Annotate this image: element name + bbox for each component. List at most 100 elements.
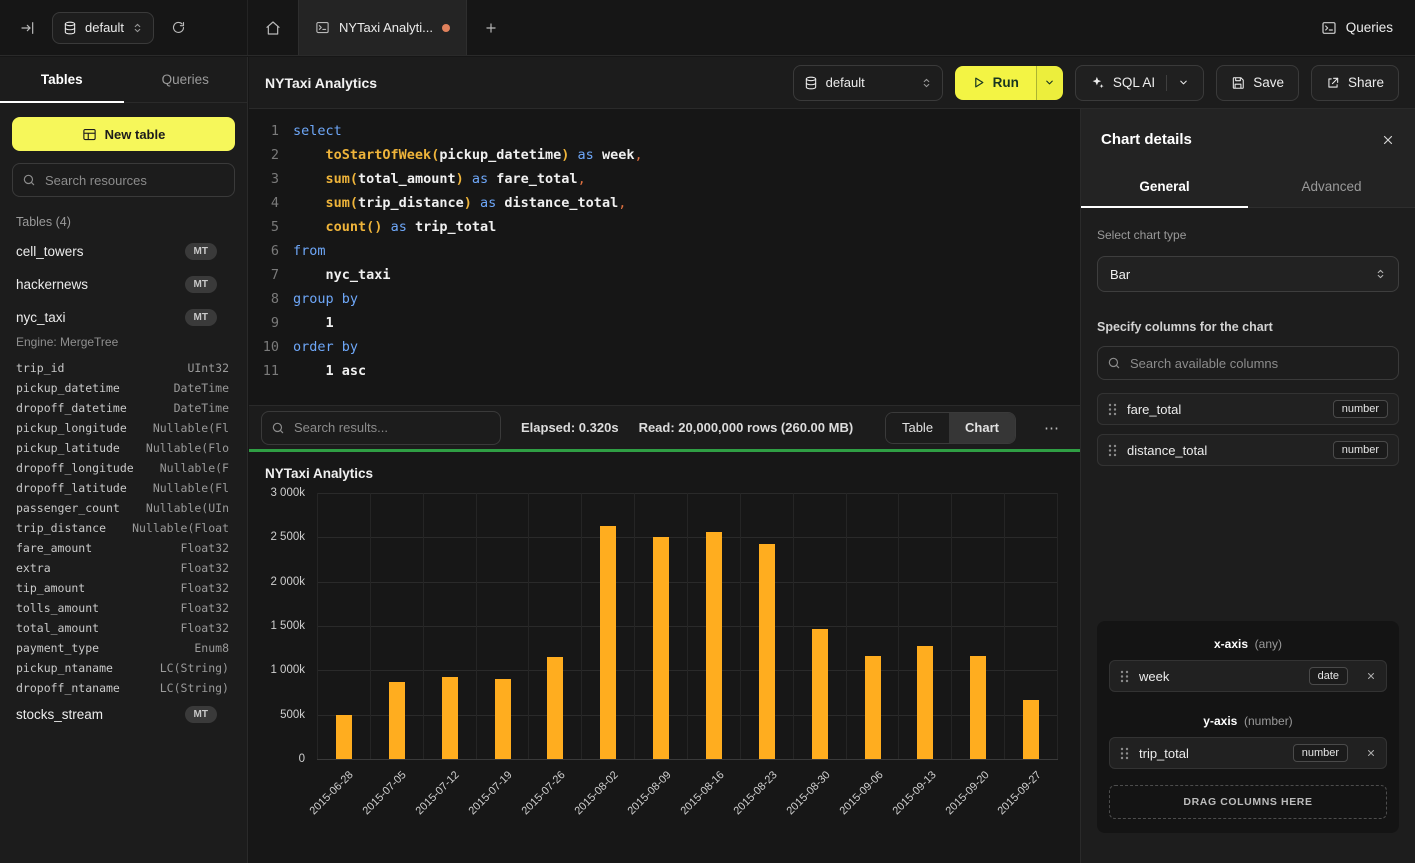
x-tick-label: 2015-08-09 [625,769,673,817]
chevron-down-icon[interactable] [1178,77,1189,88]
workspace: 1234567891011 select toStartOfWeek(picku… [249,109,1080,863]
drag-columns-dropzone[interactable]: DRAG COLUMNS HERE [1109,785,1387,819]
available-column-distance_total[interactable]: distance_totalnumber [1097,434,1399,466]
bar-2015-08-09[interactable] [653,537,669,759]
remove-column-icon[interactable] [1366,671,1376,681]
code-line[interactable]: from [293,239,1080,263]
x-tick-label: 2015-07-05 [361,769,409,817]
bar-2015-08-02[interactable] [600,526,616,759]
more-options-button[interactable]: ⋯ [1036,419,1068,437]
code-line[interactable]: group by [293,287,1080,311]
table-item-hackernews[interactable]: hackernewsMT [12,268,235,301]
column-item[interactable]: pickup_latitudeNullable(Flo [12,438,235,458]
drag-handle-icon[interactable] [1120,670,1129,683]
code-line[interactable]: count() as trip_total [293,215,1080,239]
column-item[interactable]: total_amountFloat32 [12,618,235,638]
code-line[interactable]: select [293,119,1080,143]
run-label: Run [993,75,1019,90]
sidebar-tab-tables[interactable]: Tables [0,57,124,102]
column-item[interactable]: tip_amountFloat32 [12,578,235,598]
code-line[interactable]: sum(trip_distance) as distance_total, [293,191,1080,215]
search-results-input[interactable] [261,411,501,445]
type-badge: date [1309,667,1348,685]
bar-2015-09-06[interactable] [865,656,881,759]
column-item[interactable]: trip_distanceNullable(Float [12,518,235,538]
bar-2015-07-19[interactable] [495,679,511,759]
view-toggle-chart[interactable]: Chart [949,413,1015,443]
axis-column-week[interactable]: weekdate [1109,660,1387,692]
collapse-sidebar-icon [20,20,36,36]
available-column-fare_total[interactable]: fare_totalnumber [1097,393,1399,425]
engine-badge: MT [185,706,217,723]
remove-column-icon[interactable] [1366,748,1376,758]
column-item[interactable]: dropoff_datetimeDateTime [12,398,235,418]
table-item-nyc_taxi[interactable]: nyc_taxiMT [12,301,235,334]
code-line[interactable]: sum(total_amount) as fare_total, [293,167,1080,191]
tab-nytaxi-analytics[interactable]: NYTaxi Analyti... [298,0,467,55]
new-table-button[interactable]: New table [12,117,235,151]
table-item-stocks_stream[interactable]: stocks_streamMT [12,698,235,731]
bar-2015-06-28[interactable] [336,715,352,759]
share-button[interactable]: Share [1311,65,1399,101]
sql-ai-button[interactable]: SQL AI [1075,65,1204,101]
bar-2015-08-30[interactable] [812,629,828,759]
column-item[interactable]: passenger_countNullable(UIn [12,498,235,518]
column-item[interactable]: dropoff_longitudeNullable(F [12,458,235,478]
column-item[interactable]: pickup_ntanameLC(String) [12,658,235,678]
code-line[interactable]: 1 asc [293,359,1080,383]
refresh-button[interactable] [164,14,192,42]
tab-general[interactable]: General [1081,166,1248,207]
plot-column [1004,493,1058,759]
bar-2015-08-23[interactable] [759,544,775,759]
table-item-cell_towers[interactable]: cell_towersMT [12,235,235,268]
column-item[interactable]: pickup_datetimeDateTime [12,378,235,398]
drag-handle-icon[interactable] [1120,747,1129,760]
editor-code[interactable]: select toStartOfWeek(pickup_datetime) as… [293,119,1080,405]
bar-2015-07-26[interactable] [547,657,563,759]
column-item[interactable]: dropoff_ntanameLC(String) [12,678,235,698]
database-select-query[interactable]: default [793,65,943,101]
close-panel-button[interactable] [1381,133,1395,147]
tab-advanced[interactable]: Advanced [1248,166,1415,207]
save-button[interactable]: Save [1216,65,1299,101]
bar-2015-07-12[interactable] [442,677,458,759]
code-line[interactable]: 1 [293,311,1080,335]
database-select-topbar[interactable]: default [52,12,154,44]
search-icon [271,421,285,435]
plus-icon [484,21,498,35]
bar-2015-09-27[interactable] [1023,700,1039,759]
new-tab-button[interactable] [467,0,515,55]
bar-2015-09-20[interactable] [970,656,986,759]
column-item[interactable]: extraFloat32 [12,558,235,578]
drag-handle-icon[interactable] [1108,403,1117,416]
sidebar-tab-queries[interactable]: Queries [124,57,248,102]
search-columns-input[interactable] [1097,346,1399,380]
column-item[interactable]: dropoff_latitudeNullable(Fl [12,478,235,498]
type-badge: number [1333,400,1388,418]
sql-editor[interactable]: 1234567891011 select toStartOfWeek(picku… [249,109,1080,405]
queries-button[interactable]: Queries [1321,20,1393,36]
bar-2015-07-05[interactable] [389,682,405,759]
column-item[interactable]: tolls_amountFloat32 [12,598,235,618]
column-item[interactable]: payment_typeEnum8 [12,638,235,658]
run-button[interactable]: Run [955,66,1036,100]
column-item[interactable]: trip_idUInt32 [12,358,235,378]
column-item[interactable]: fare_amountFloat32 [12,538,235,558]
code-line[interactable]: order by [293,335,1080,359]
run-options-button[interactable] [1036,66,1063,100]
bar-2015-09-13[interactable] [917,646,933,759]
type-badge: number [1293,744,1348,762]
more-options-icon: ⋯ [1044,420,1060,437]
view-toggle-table[interactable]: Table [886,413,949,443]
code-line[interactable]: nyc_taxi [293,263,1080,287]
code-line[interactable]: toStartOfWeek(pickup_datetime) as week, [293,143,1080,167]
collapse-sidebar-button[interactable] [14,14,42,42]
drag-handle-icon[interactable] [1108,444,1117,457]
home-tab[interactable] [248,0,298,55]
axis-column-trip_total[interactable]: trip_totalnumber [1109,737,1387,769]
bar-2015-08-16[interactable] [706,532,722,759]
y-tick-label: 500k [280,709,305,721]
search-resources-input[interactable] [12,163,235,197]
chart-type-select[interactable]: Bar [1097,256,1399,292]
column-item[interactable]: pickup_longitudeNullable(Fl [12,418,235,438]
